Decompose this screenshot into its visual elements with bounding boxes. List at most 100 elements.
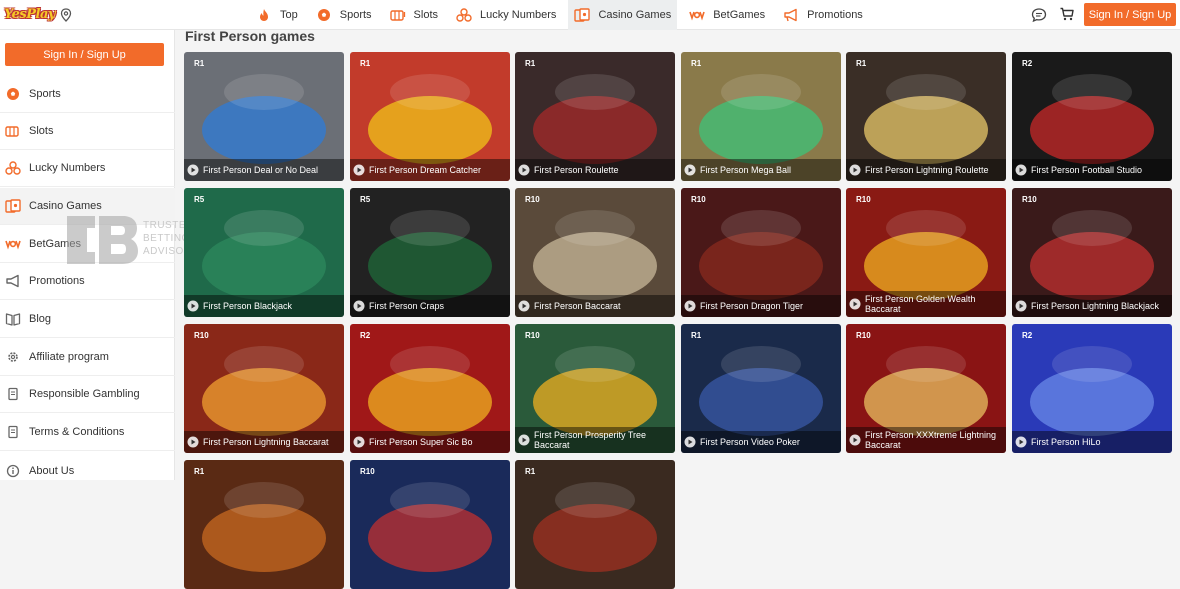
- location-pin-icon[interactable]: [60, 8, 72, 22]
- game-card[interactable]: R10 First Person Golden Wealth Baccarat: [846, 188, 1006, 317]
- min-bet-badge: R1: [194, 59, 205, 68]
- game-card[interactable]: R10 First Person Baccarat: [515, 188, 675, 317]
- game-title: First Person HiLo: [1031, 437, 1101, 447]
- play-icon: [353, 300, 365, 312]
- fire-icon: [256, 7, 272, 23]
- game-title: First Person Blackjack: [203, 301, 293, 311]
- nav-label: Promotions: [807, 9, 863, 21]
- min-bet-badge: R10: [856, 331, 871, 340]
- play-icon: [518, 164, 530, 176]
- play-icon: [849, 298, 861, 310]
- game-card[interactable]: R1 First Person Mega Ball: [681, 52, 841, 181]
- nav-top[interactable]: Top: [256, 0, 298, 30]
- cart-icon[interactable]: [1060, 7, 1074, 21]
- lottery-balls-icon: [456, 7, 472, 23]
- sidebar-signin-signup-button[interactable]: Sign In / Sign Up: [5, 43, 164, 66]
- game-card[interactable]: R2 First Person Super Sic Bo: [350, 324, 510, 453]
- min-bet-badge: R1: [360, 59, 371, 68]
- sidebar-item-label: Sports: [29, 88, 61, 100]
- book-icon: [5, 311, 21, 327]
- casino-icon: [5, 198, 21, 214]
- soccer-ball-icon: [316, 7, 332, 23]
- game-title: First Person Video Poker: [700, 437, 800, 447]
- game-title: First Person Dragon Tiger: [700, 301, 804, 311]
- game-title: First Person Prosperity Tree Baccarat: [534, 430, 647, 450]
- game-card[interactable]: R1 First Person Dream Catcher: [350, 52, 510, 181]
- game-card[interactable]: R1 First Person Video Poker: [681, 324, 841, 453]
- section-title: First Person games: [185, 28, 315, 44]
- game-card[interactable]: R10: [350, 460, 510, 589]
- nav-betgames[interactable]: BetGames: [689, 0, 765, 30]
- nav-casino-games[interactable]: Casino Games: [568, 0, 678, 30]
- info-icon: [5, 463, 21, 479]
- sidebar-item-lucky-numbers[interactable]: Lucky Numbers: [0, 150, 175, 187]
- game-card[interactable]: R10 First Person Lightning Blackjack: [1012, 188, 1172, 317]
- document-icon: [5, 424, 21, 440]
- soccer-ball-icon: [5, 86, 21, 102]
- nav-slots[interactable]: Slots: [389, 0, 439, 30]
- game-thumbnail: [350, 460, 510, 589]
- min-bet-badge: R1: [525, 59, 536, 68]
- game-title: First Person Craps: [369, 301, 445, 311]
- game-card[interactable]: R10 First Person XXXtreme Lightning Bacca…: [846, 324, 1006, 453]
- slots-icon: [5, 123, 21, 139]
- game-caption: First Person Lightning Roulette: [846, 159, 1006, 181]
- game-caption: First Person Football Studio: [1012, 159, 1172, 181]
- game-caption: First Person Mega Ball: [681, 159, 841, 181]
- game-card[interactable]: R1 First Person Roulette: [515, 52, 675, 181]
- game-title: First Person Golden Wealth Baccarat: [865, 294, 976, 314]
- nav-label: Top: [280, 9, 298, 21]
- game-card[interactable]: R1 First Person Deal or No Deal: [184, 52, 344, 181]
- min-bet-badge: R1: [194, 467, 205, 476]
- game-title: First Person Baccarat: [534, 301, 621, 311]
- game-caption: First Person Lightning Baccarat: [184, 431, 344, 453]
- play-icon: [518, 300, 530, 312]
- game-card[interactable]: R2 First Person HiLo: [1012, 324, 1172, 453]
- sidebar-item-terms-conditions[interactable]: Terms & Conditions: [0, 414, 175, 451]
- game-card[interactable]: R10 First Person Lightning Baccarat: [184, 324, 344, 453]
- sidebar-item-betgames[interactable]: BetGames: [0, 226, 175, 263]
- sidebar-item-about-us[interactable]: About Us: [0, 452, 175, 489]
- play-icon: [353, 436, 365, 448]
- sidebar-item-casino-games[interactable]: Casino Games: [0, 188, 175, 225]
- min-bet-badge: R1: [691, 331, 702, 340]
- nav-lucky-numbers[interactable]: Lucky Numbers: [456, 0, 556, 30]
- sidebar-item-blog[interactable]: Blog: [0, 301, 175, 338]
- sidebar-item-slots[interactable]: Slots: [0, 113, 175, 150]
- play-icon: [1015, 300, 1027, 312]
- game-card[interactable]: R10 First Person Prosperity Tree Baccarat: [515, 324, 675, 453]
- nav-label: Slots: [413, 9, 439, 21]
- game-card[interactable]: R5 First Person Blackjack: [184, 188, 344, 317]
- min-bet-badge: R2: [360, 331, 371, 340]
- game-card[interactable]: R1: [515, 460, 675, 589]
- sidebar-item-responsible-gambling[interactable]: Responsible Gambling: [0, 376, 175, 413]
- game-title: First Person Football Studio: [1031, 165, 1143, 175]
- sidebar-item-sports[interactable]: Sports: [0, 76, 175, 113]
- sidebar-item-label: About Us: [29, 464, 75, 477]
- min-bet-badge: R2: [1022, 331, 1033, 340]
- game-card[interactable]: R5 First Person Craps: [350, 188, 510, 317]
- signin-signup-button[interactable]: Sign In / Sign Up: [1084, 3, 1176, 26]
- game-caption: First Person Video Poker: [681, 431, 841, 453]
- game-card[interactable]: R2 First Person Football Studio: [1012, 52, 1172, 181]
- sidebar: Sign In / Sign Up Sports Slots Lucky Num…: [0, 30, 175, 480]
- game-title: First Person Mega Ball: [700, 165, 792, 175]
- sidebar-item-promotions[interactable]: Promotions: [0, 263, 175, 300]
- game-card[interactable]: R10 First Person Dragon Tiger: [681, 188, 841, 317]
- game-caption: First Person Craps: [350, 295, 510, 317]
- nav-label: Sports: [339, 9, 372, 21]
- play-icon: [353, 164, 365, 176]
- min-bet-badge: R5: [194, 195, 205, 204]
- game-caption: First Person Lightning Blackjack: [1012, 295, 1172, 317]
- nav-sports[interactable]: Sports: [316, 0, 372, 30]
- yesplay-logo[interactable]: YesPlay: [4, 5, 55, 27]
- min-bet-badge: R10: [1022, 195, 1037, 204]
- game-caption: First Person XXXtreme Lightning Baccarat: [846, 427, 1006, 453]
- play-icon: [187, 300, 199, 312]
- game-card[interactable]: R1: [184, 460, 344, 589]
- game-card[interactable]: R1 First Person Lightning Roulette: [846, 52, 1006, 181]
- sidebar-item-label: Blog: [29, 313, 52, 325]
- nav-promotions[interactable]: Promotions: [783, 0, 863, 30]
- chat-icon[interactable]: [1031, 7, 1047, 23]
- sidebar-item-affiliate-program[interactable]: Affiliate program: [0, 339, 175, 376]
